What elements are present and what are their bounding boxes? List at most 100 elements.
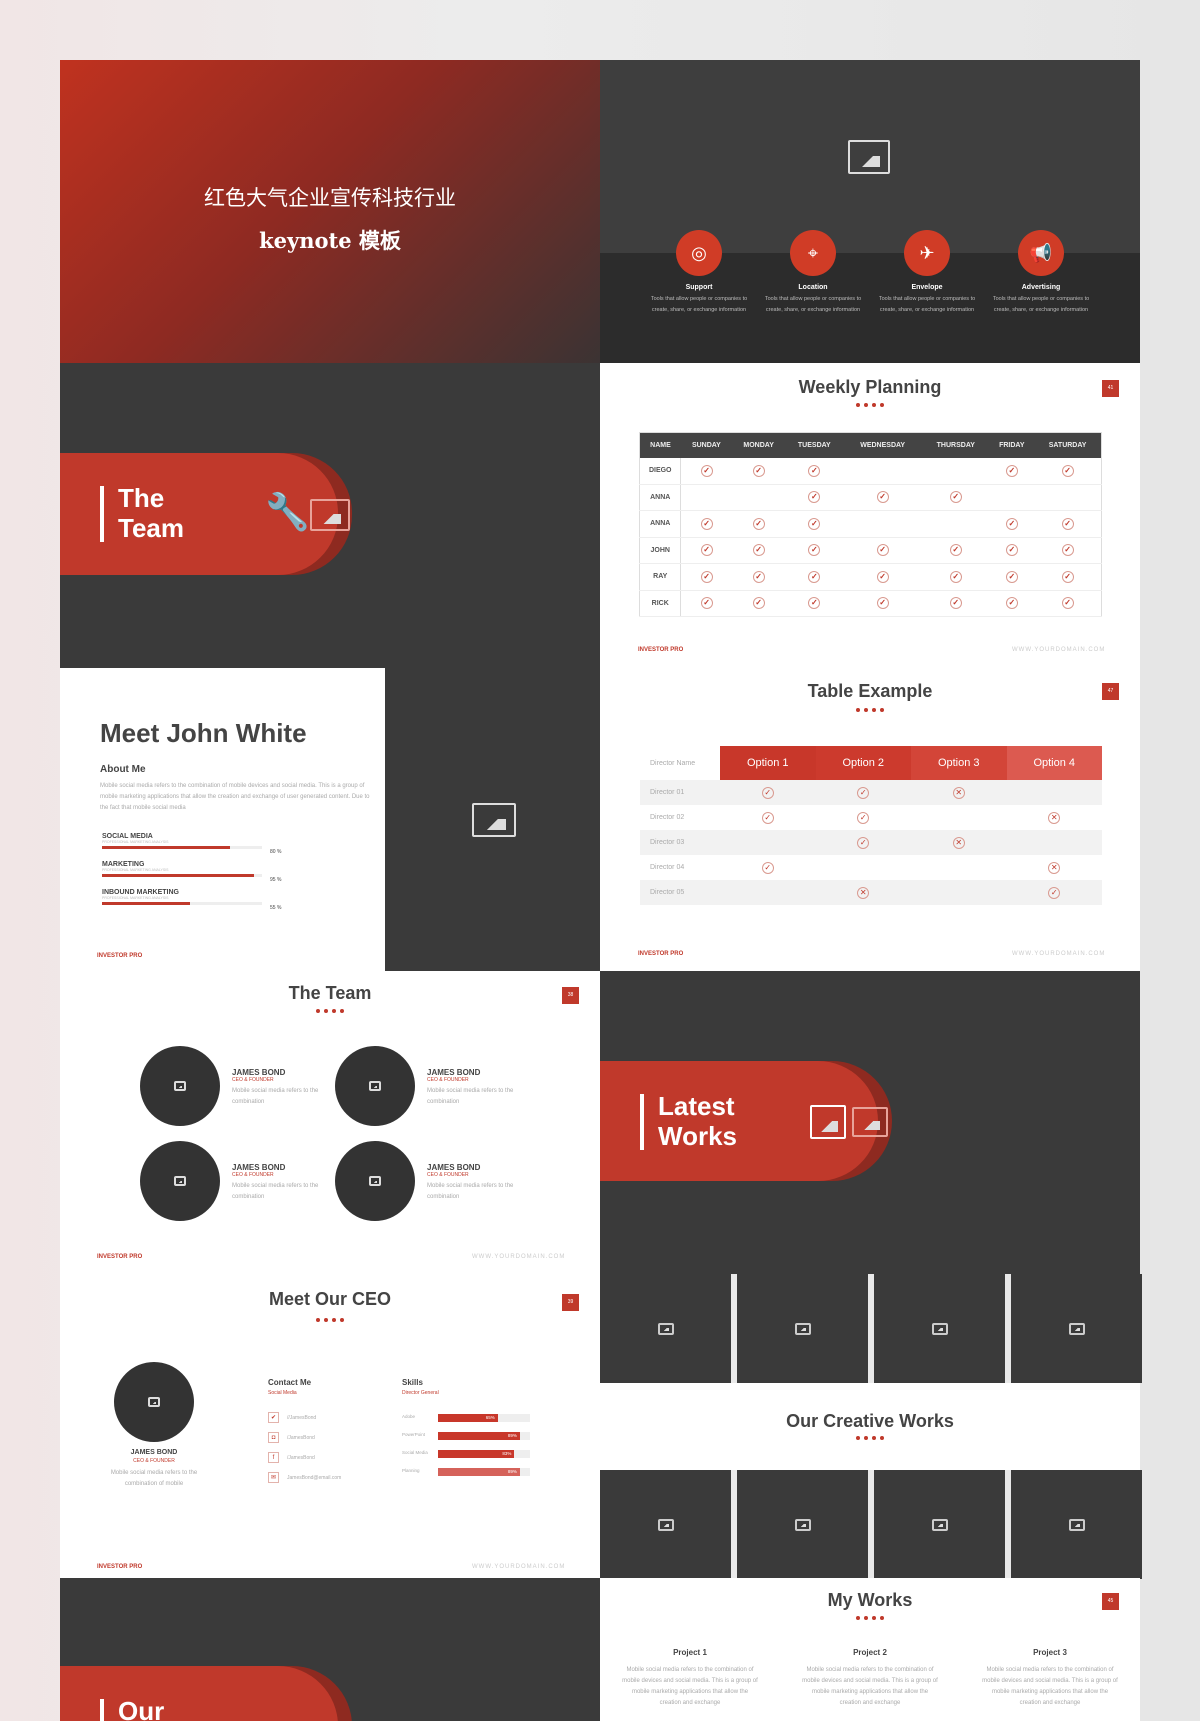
table-row: Director 04 ✓ ✕ [640, 855, 1102, 880]
image-placeholder-icon [657, 1322, 674, 1335]
creative-works-strip: Our Creative Works [600, 1383, 1140, 1470]
check-icon: ✓ [808, 491, 821, 504]
check-icon: ✓ [1061, 597, 1074, 610]
skill-row: INBOUND MARKETING PROFESSIONAL MARKETING … [102, 889, 302, 911]
my-works-slide: My Works 45 Project 1 Mobile social media… [600, 1578, 1140, 1721]
check-icon: ✓ [949, 491, 962, 504]
row-name: JOHN [639, 537, 682, 564]
table-example-slide: Table Example 47 Director Name Option 1 Op… [600, 668, 1140, 971]
meet-ceo-slide: Meet Our CEO 39 JAMES BOND CEO & FOUNDER… [60, 1274, 600, 1578]
page-title: Meet John White [100, 718, 307, 748]
column-header: SUNDAY [680, 432, 732, 458]
member-name: JAMES BOND [427, 1068, 481, 1077]
check-icon: ✓ [876, 570, 889, 583]
footer-brand: INVESTOR PRO [638, 951, 684, 957]
column-header: SATURDAY [1034, 432, 1102, 458]
work-tile[interactable] [1011, 1274, 1142, 1383]
image-placeholder-icon [657, 1518, 674, 1531]
check-icon: ✓ [761, 861, 774, 874]
image-placeholder-icon [810, 1105, 846, 1139]
work-tile[interactable] [737, 1274, 868, 1383]
feature-title: Location [798, 284, 828, 291]
check-icon: ✓ [808, 517, 821, 530]
skill-pct: 95 % [270, 877, 282, 883]
image-placeholder-icon [852, 1107, 888, 1137]
work-tile[interactable] [737, 1470, 868, 1579]
work-tile[interactable] [600, 1274, 731, 1383]
skill-name: Social Media [402, 1450, 428, 1455]
director-name: Director 03 [640, 830, 720, 855]
feature-desc: Tools that allow people or companies to … [764, 296, 862, 313]
cover-slide: 红色大气企业宣传科技行业 keynote 模板 [60, 60, 600, 363]
check-icon: ✓ [1005, 597, 1018, 610]
column-header: THURSDAY [922, 432, 990, 458]
skill-bar: 65% [438, 1414, 530, 1422]
section-title-line2: Works [658, 1121, 737, 1151]
slide-title: My Works [827, 1590, 913, 1610]
skill-name: MARKETING [102, 861, 145, 868]
work-tile[interactable] [600, 1470, 731, 1579]
check-icon: ✓ [700, 544, 713, 557]
check-icon: ✓ [752, 517, 765, 530]
image-placeholder-icon [310, 499, 350, 531]
weekly-table: NAME SUNDAY MONDAY TUESDAY WEDNESDAY THURSDAY… [639, 432, 1102, 617]
skill-pct: 89% [507, 1469, 517, 1474]
check-icon: ✓ [857, 811, 870, 824]
check-icon: ✓ [761, 786, 774, 799]
image-placeholder-icon [369, 1176, 381, 1186]
page-number: 45 [1102, 1593, 1119, 1610]
image-placeholder-icon [931, 1518, 948, 1531]
feature-envelope: ✈ Envelope Tools that allow people or comp… [877, 230, 977, 316]
row-name: RAY [639, 563, 682, 591]
ceo-role: CEO & FOUNDER [133, 1458, 175, 1464]
ceo-name: JAMES BOND [130, 1449, 178, 1456]
lifebuoy-icon: ◎ [676, 230, 722, 276]
image-placeholder-icon [174, 1081, 186, 1091]
member-name: JAMES BOND [427, 1163, 481, 1172]
team-section-slide: The Team 🔧 [60, 363, 600, 668]
skills-sub: Director General [402, 1390, 439, 1396]
director-name: Director 04 [650, 864, 685, 871]
feature-location: ⌖ Location Tools that allow people or comp… [763, 230, 863, 316]
skill-row: Adobe 65% [402, 1414, 532, 1422]
wrench-icon: 🔧 [265, 491, 310, 532]
check-icon: ✓ [752, 544, 765, 557]
contact-item[interactable]: f/JamesBond [268, 1452, 315, 1463]
work-tile[interactable] [1011, 1470, 1142, 1579]
contact-text: /JamesBond [287, 1434, 315, 1441]
image-placeholder-icon [174, 1176, 186, 1186]
contact-item[interactable]: ◘ /JamesBond [268, 1432, 315, 1443]
contact-heading: Contact Me [268, 1378, 312, 1387]
director-name: Director 02 [650, 814, 685, 821]
contact-item[interactable]: ✔ //JamesBond [268, 1412, 316, 1423]
check-icon: ✓ [1005, 517, 1018, 530]
cross-icon: ✕ [857, 886, 870, 899]
project-title: Project 2 [853, 1648, 887, 1657]
work-tile[interactable] [874, 1470, 1005, 1579]
check-icon: ✓ [808, 570, 821, 583]
work-tile[interactable] [874, 1274, 1005, 1383]
table-row: ANNA ✓ ✓ ✓ [639, 484, 1102, 511]
skills-heading: Skills [402, 1378, 423, 1387]
skill-name: PowerPoint [402, 1432, 426, 1437]
skill-bar: 83% [438, 1450, 530, 1458]
skill-pct: 83% [502, 1451, 512, 1456]
skill-bar [102, 846, 262, 849]
column-header: WEDNESDAY [843, 432, 923, 458]
contact-text: //JamesBond [287, 1414, 317, 1421]
section-title-line1: Latest [658, 1091, 735, 1121]
contact-sub: Social Media [268, 1390, 297, 1396]
contact-item[interactable]: ✉ JamesBond@email.com [268, 1472, 341, 1483]
member-photo [140, 1046, 220, 1126]
contact-text: JamesBond@email.com [287, 1474, 342, 1481]
table-row: Director 01 ✓ ✓ ✕ [640, 780, 1102, 805]
footer-domain: WWW.YOURDOMAIN.COM [1012, 647, 1106, 653]
ceo-photo [114, 1362, 194, 1442]
ceo-desc: Mobile social media refers to the combin… [110, 1470, 198, 1487]
feature-desc: Tools that allow people or companies to … [878, 296, 976, 313]
member-photo [335, 1141, 415, 1221]
image-placeholder-icon [472, 803, 516, 837]
skill-pct: 80 % [270, 849, 282, 855]
director-name: Director 05 [640, 880, 720, 905]
option-header: Option 4 [1006, 746, 1102, 780]
